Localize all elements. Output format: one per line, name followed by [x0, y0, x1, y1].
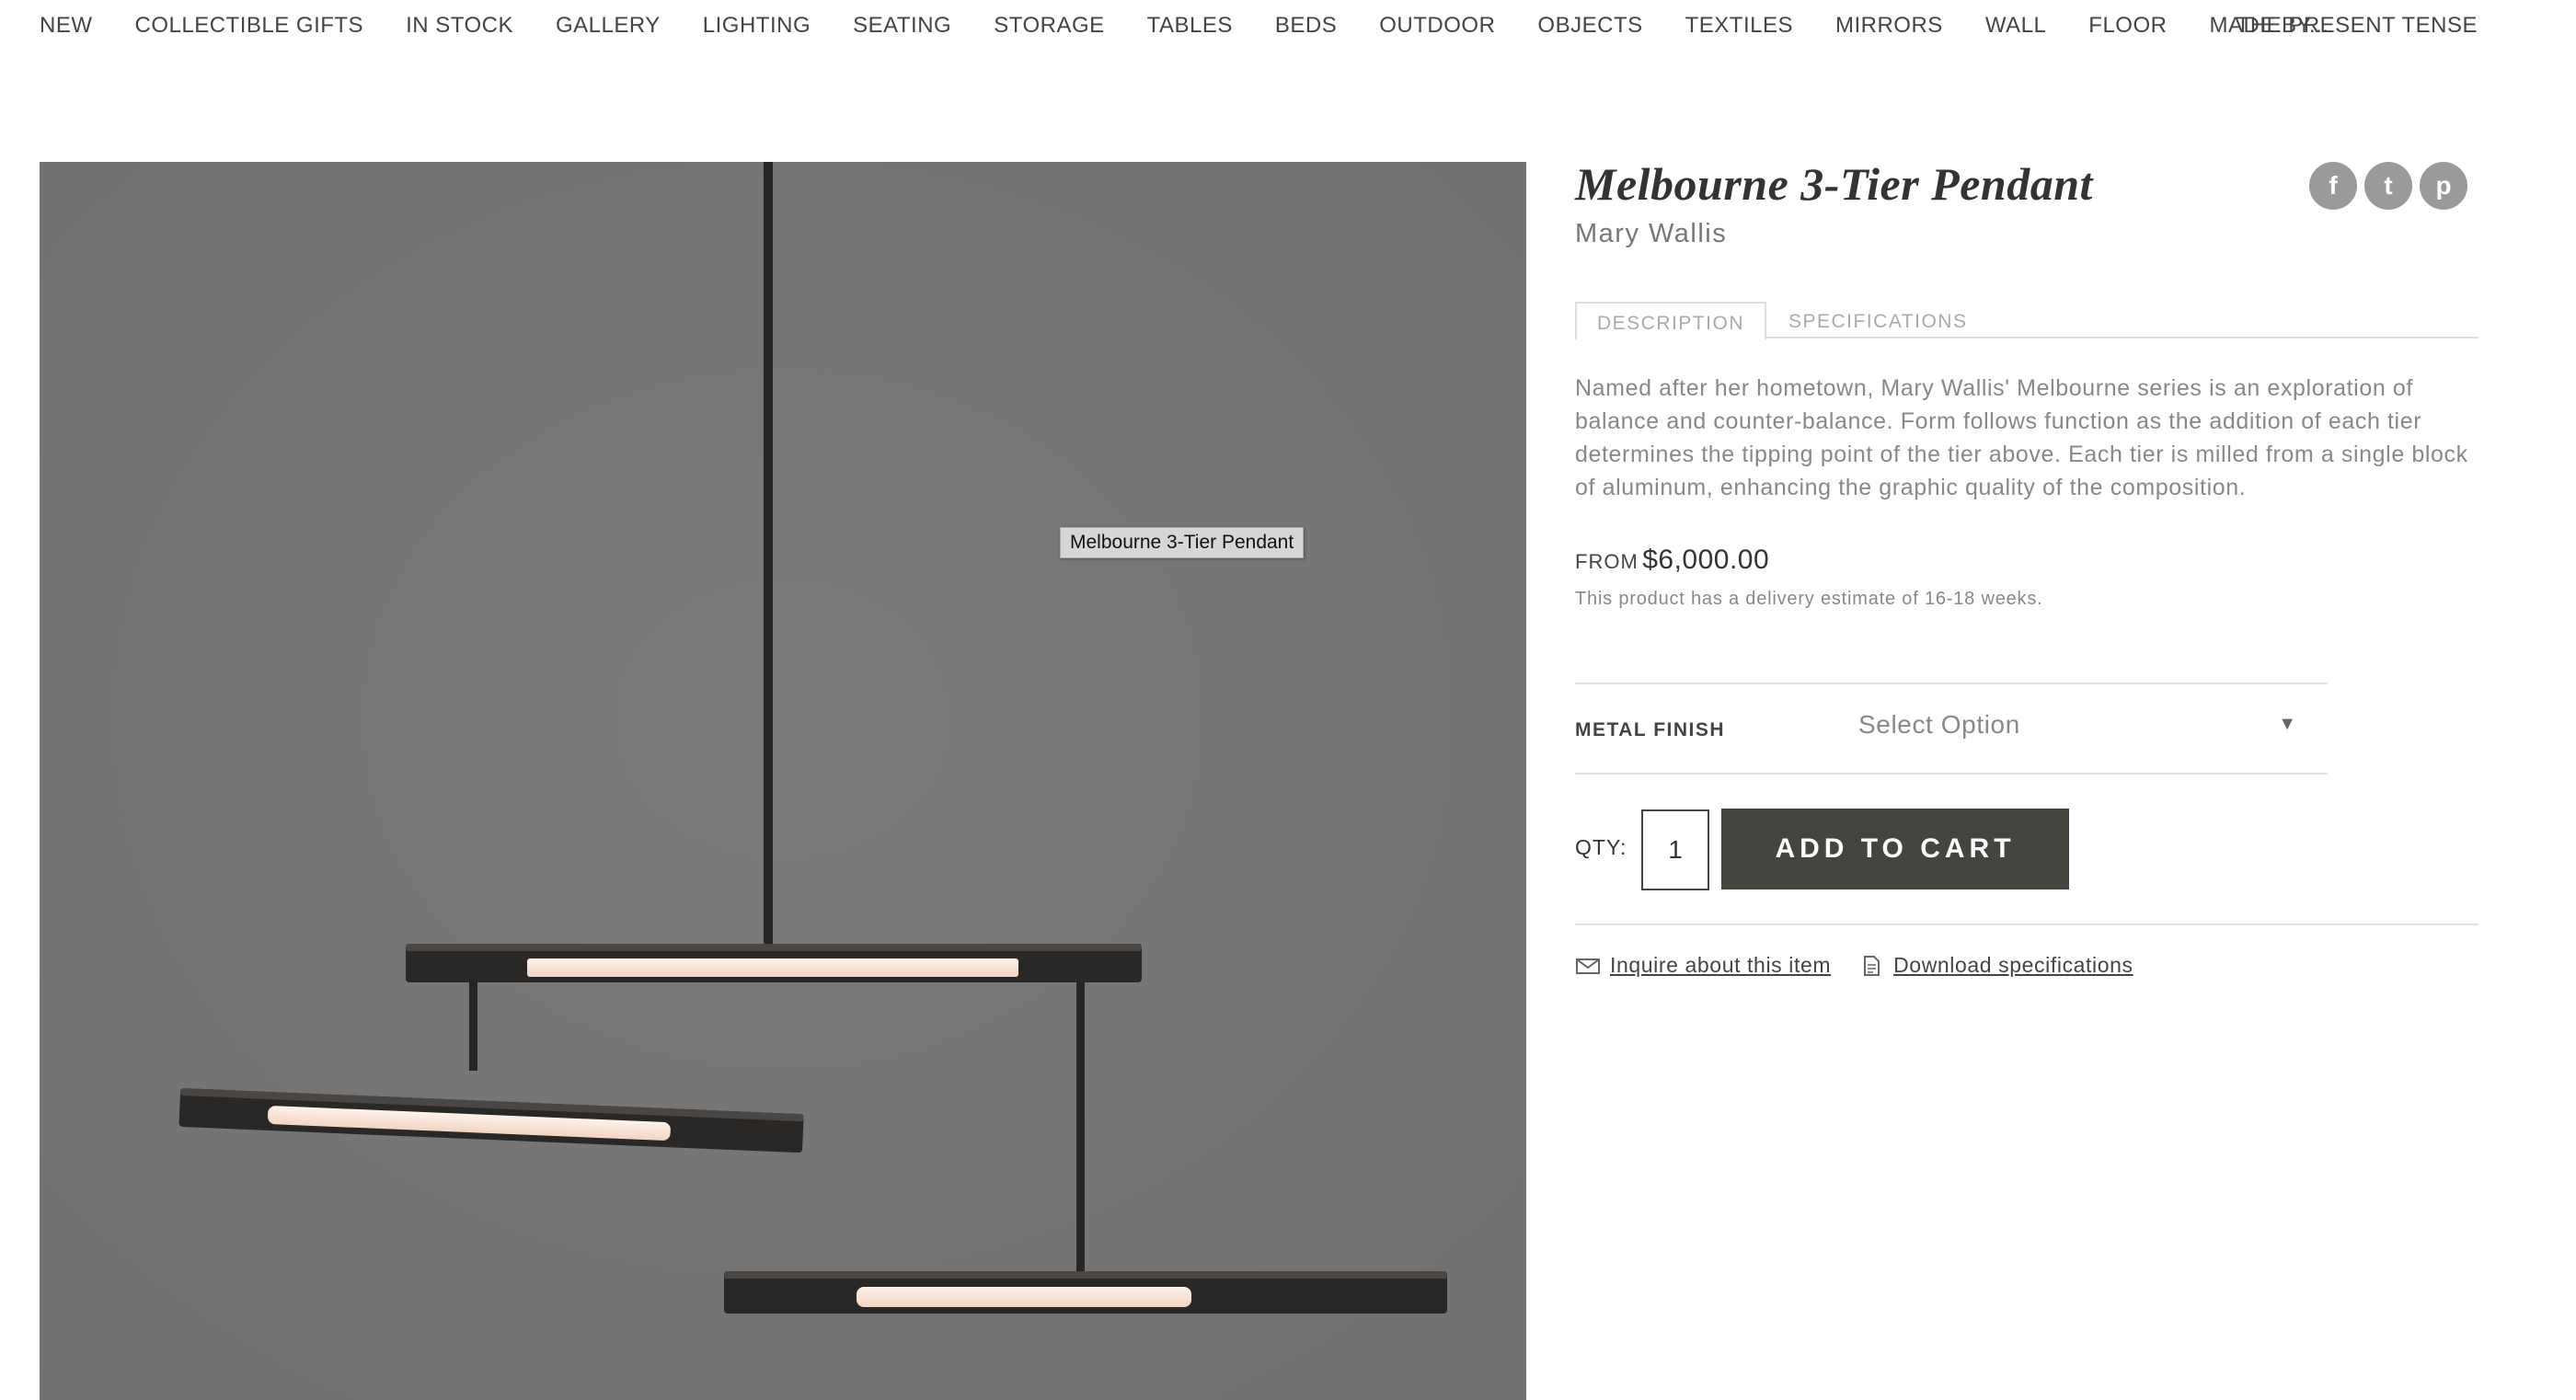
inquire-link[interactable]: Inquire about this item	[1610, 953, 1831, 978]
nav-item-wall[interactable]: WALL	[1985, 13, 2046, 39]
twitter-icon[interactable]: t	[2364, 162, 2412, 210]
pendant-illustration	[40, 162, 1526, 1400]
nav-item-beds[interactable]: BEDS	[1275, 13, 1337, 39]
tab-specifications[interactable]: SPECIFICATIONS	[1768, 302, 1987, 340]
nav-item-textiles[interactable]: TEXTILES	[1685, 13, 1793, 39]
pendant-top-tier	[406, 944, 1142, 982]
nav-item-tables[interactable]: TABLES	[1147, 13, 1233, 39]
product-links: Inquire about this item Download specifi…	[1575, 953, 2161, 978]
product-image[interactable]: Melbourne 3-Tier Pendant	[40, 162, 1526, 1400]
top-navigation: NEW COLLECTIBLE GIFTS IN STOCK GALLERY L…	[0, 0, 2576, 55]
connector-rod-left	[469, 982, 477, 1071]
nav-item-storage[interactable]: STORAGE	[994, 13, 1104, 39]
nav-item-floor[interactable]: FLOOR	[2088, 13, 2167, 39]
document-icon	[1864, 955, 1880, 976]
price: FROM $6,000.00	[1575, 545, 1769, 576]
share-buttons: f t p	[2309, 162, 2467, 210]
pendant-bottom-tier	[724, 1271, 1447, 1314]
price-prefix: FROM	[1575, 550, 1639, 573]
pinterest-icon[interactable]: p	[2420, 162, 2467, 210]
envelope-icon	[1576, 958, 1600, 974]
tab-description[interactable]: DESCRIPTION	[1575, 302, 1767, 340]
connector-rod-right	[1076, 982, 1085, 1273]
designer-name[interactable]: Mary Wallis	[1575, 219, 2478, 249]
product-details: Melbourne 3-Tier Pendant Mary Wallis f t…	[1575, 155, 2478, 977]
nav-item-seating[interactable]: SEATING	[853, 13, 951, 39]
dropdown-arrow-icon: ▼	[2278, 714, 2296, 734]
qty-label: QTY:	[1575, 835, 1627, 859]
product-description: Named after her hometown, Mary Wallis' M…	[1575, 375, 2468, 500]
nav-item-mirrors[interactable]: MIRRORS	[1835, 13, 1943, 39]
nav-item-objects[interactable]: OBJECTS	[1537, 13, 1642, 39]
nav-item-the-present-tense[interactable]: THE PRESENT TENSE	[2237, 13, 2478, 39]
price-value: $6,000.00	[1642, 545, 1770, 575]
nav-item-outdoor[interactable]: OUTDOOR	[1379, 13, 1495, 39]
download-specifications-link[interactable]: Download specifications	[1893, 953, 2133, 978]
divider	[1575, 924, 2478, 925]
image-backdrop	[40, 162, 1526, 1400]
metal-finish-label: METAL FINISH	[1575, 719, 1726, 740]
nav-item-in-stock[interactable]: IN STOCK	[406, 13, 513, 39]
image-tooltip: Melbourne 3-Tier Pendant	[1060, 527, 1305, 558]
add-to-cart-button[interactable]: ADD TO CART	[1721, 809, 2069, 889]
product-tabs: DESCRIPTION SPECIFICATIONS	[1575, 302, 2478, 340]
ceiling-rod	[764, 162, 773, 946]
nav-item-new[interactable]: NEW	[40, 13, 93, 39]
nav-item-collectible-gifts[interactable]: COLLECTIBLE GIFTS	[135, 13, 364, 39]
nav-list: NEW COLLECTIBLE GIFTS IN STOCK GALLERY L…	[40, 13, 2371, 39]
qty-input[interactable]: 1	[1641, 809, 1709, 890]
nav-item-lighting[interactable]: LIGHTING	[703, 13, 811, 39]
nav-item-gallery[interactable]: GALLERY	[556, 13, 661, 39]
metal-finish-value: Select Option	[1858, 710, 2020, 739]
metal-finish-select[interactable]: Select Option ▼	[1858, 710, 2309, 747]
delivery-estimate: This product has a delivery estimate of …	[1575, 589, 2043, 609]
facebook-icon[interactable]: f	[2309, 162, 2357, 210]
metal-finish-row: METAL FINISH Select Option ▼	[1575, 683, 2328, 775]
